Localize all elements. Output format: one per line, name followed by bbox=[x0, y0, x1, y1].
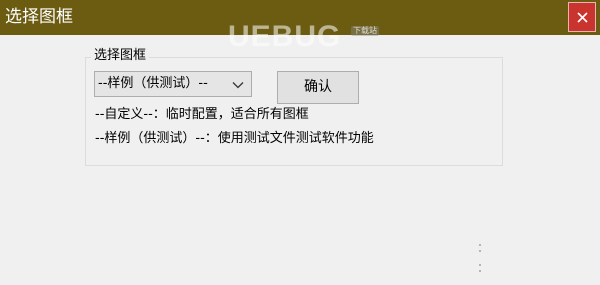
frame-combo-box[interactable]: --样例（供测试）-- bbox=[94, 71, 252, 97]
info-custom-text: --自定义--：临时配置，适合所有图框 bbox=[95, 107, 309, 122]
info-sample-text: --样例（供测试）--：使用测试文件测试软件功能 bbox=[95, 131, 374, 146]
resize-grip-dot bbox=[479, 270, 481, 272]
resize-grip-dot bbox=[479, 264, 481, 266]
confirm-button[interactable]: 确认 bbox=[277, 71, 359, 104]
close-button[interactable] bbox=[568, 2, 596, 32]
title-bar: 选择图框 UEBUG 下载站 bbox=[0, 0, 600, 52]
close-icon bbox=[577, 12, 588, 23]
group-label: 选择图框 bbox=[91, 47, 150, 64]
resize-grip-dot bbox=[479, 250, 481, 252]
watermark-badge: 下载站 bbox=[351, 26, 379, 36]
chevron-down-icon bbox=[232, 82, 244, 89]
combo-selected-value: --样例（供测试）-- bbox=[98, 76, 208, 91]
resize-grip-dot bbox=[479, 244, 481, 246]
watermark-logo: UEBUG bbox=[228, 20, 342, 53]
window-title: 选择图框 bbox=[5, 7, 73, 27]
